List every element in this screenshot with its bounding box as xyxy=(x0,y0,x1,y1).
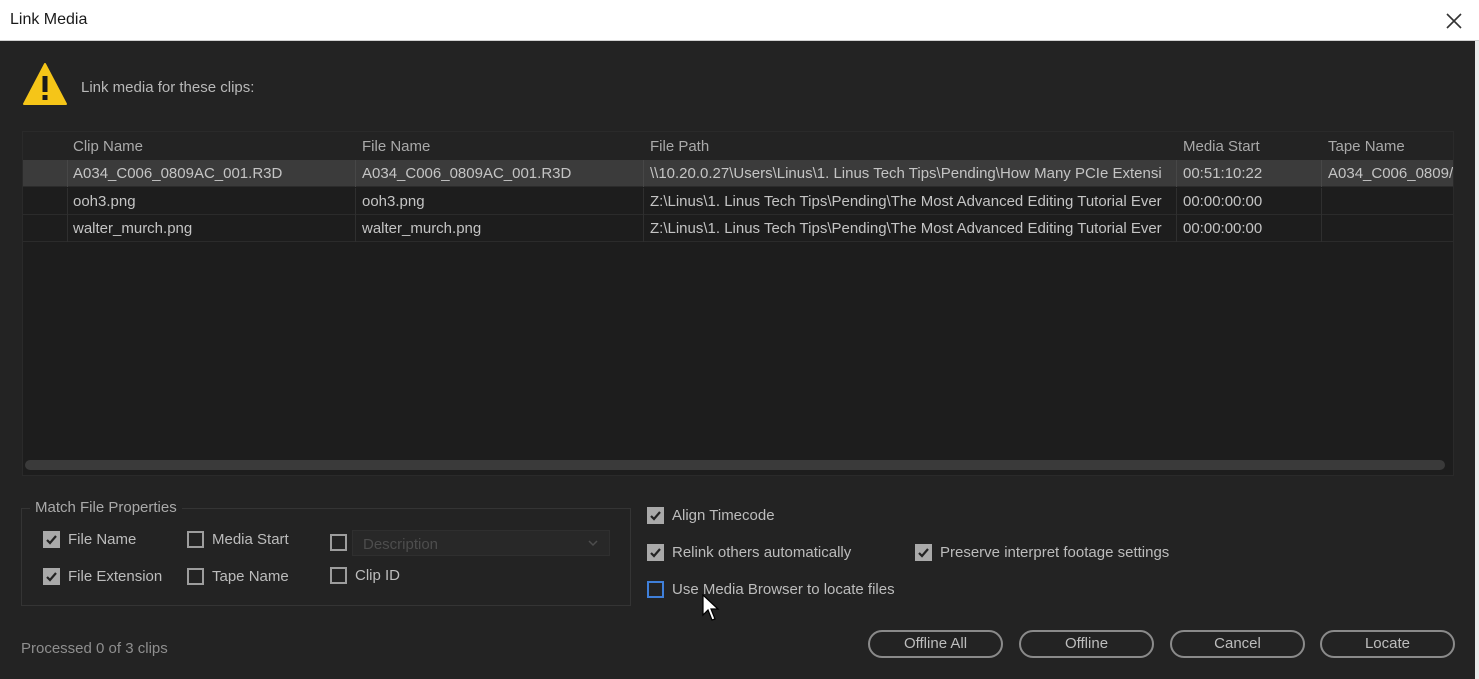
column-header-file-name[interactable]: File Name xyxy=(362,138,642,155)
checkbox-box xyxy=(187,568,204,585)
checkbox-box xyxy=(43,531,60,548)
align-timecode-label: Align Timecode xyxy=(672,507,775,524)
tape-name-checkbox[interactable]: Tape Name xyxy=(187,568,289,585)
cell-file-name: A034_C006_0809AC_001.R3D xyxy=(362,165,572,182)
checkmark-icon xyxy=(918,548,929,558)
locate-button[interactable]: Locate xyxy=(1320,630,1455,658)
link-prompt: Link media for these clips: xyxy=(81,79,255,96)
offline-button[interactable]: Offline xyxy=(1019,630,1154,658)
cell-clip-name: ooh3.png xyxy=(73,193,136,210)
checkbox-box xyxy=(330,534,347,551)
column-header-clip-name[interactable]: Clip Name xyxy=(73,138,353,155)
offline-all-button[interactable]: Offline All xyxy=(868,630,1003,658)
checkbox-box xyxy=(915,544,932,561)
use-media-browser-checkbox[interactable]: Use Media Browser to locate files xyxy=(647,581,895,598)
horizontal-scrollbar[interactable] xyxy=(25,460,1445,470)
media-start-label: Media Start xyxy=(212,531,289,548)
clips-table: Clip Name File Name File Path Media Star… xyxy=(22,131,1454,476)
description-dropdown-value: Description xyxy=(363,536,439,553)
file-extension-checkbox[interactable]: File Extension xyxy=(43,568,162,585)
file-extension-label: File Extension xyxy=(68,568,163,585)
preserve-interpret-checkbox[interactable]: Preserve interpret footage settings xyxy=(915,544,1169,561)
cell-tape-name: A034_C006_0809/ xyxy=(1328,165,1454,182)
column-header-tape-name[interactable]: Tape Name xyxy=(1328,138,1453,155)
match-file-properties-group: Match File Properties xyxy=(21,499,631,606)
file-name-checkbox[interactable]: File Name xyxy=(43,531,136,548)
chevron-down-icon xyxy=(588,540,598,547)
cell-file-name: walter_murch.png xyxy=(362,220,482,237)
table-row[interactable]: walter_murch.png walter_murch.png Z:\Lin… xyxy=(23,215,1453,242)
column-header-media-start[interactable]: Media Start xyxy=(1183,138,1318,155)
close-button[interactable] xyxy=(1441,8,1467,34)
checkbox-box xyxy=(647,507,664,524)
cell-file-path: Z:\Linus\1. Linus Tech Tips\Pending\The … xyxy=(650,193,1162,210)
match-file-properties-legend: Match File Properties xyxy=(30,499,182,516)
mouse-cursor-icon xyxy=(702,594,720,621)
relink-others-checkbox[interactable]: Relink others automatically xyxy=(647,544,851,561)
cancel-button[interactable]: Cancel xyxy=(1170,630,1305,658)
checkmark-icon xyxy=(46,535,57,545)
table-header: Clip Name File Name File Path Media Star… xyxy=(23,132,1453,160)
checkbox-box xyxy=(43,568,60,585)
warning-icon xyxy=(23,63,67,105)
table-row[interactable]: A034_C006_0809AC_001.R3D A034_C006_0809A… xyxy=(23,160,1453,187)
file-name-label: File Name xyxy=(68,531,137,548)
clip-id-label: Clip ID xyxy=(355,567,401,584)
cell-media-start: 00:51:10:22 xyxy=(1183,165,1263,182)
preserve-interpret-label: Preserve interpret footage settings xyxy=(940,544,1170,561)
status-text: Processed 0 of 3 clips xyxy=(21,640,168,657)
relink-others-label: Relink others automatically xyxy=(672,544,852,561)
checkbox-box xyxy=(330,567,347,584)
cell-media-start: 00:00:00:00 xyxy=(1183,193,1263,210)
checkmark-icon xyxy=(46,572,57,582)
cell-clip-name: A034_C006_0809AC_001.R3D xyxy=(73,165,283,182)
description-checkbox[interactable] xyxy=(330,534,347,551)
cell-file-path: \\10.20.0.27\Users\Linus\1. Linus Tech T… xyxy=(650,165,1162,182)
window-frame xyxy=(1475,41,1479,679)
checkbox-box xyxy=(647,581,664,598)
checkmark-icon xyxy=(650,548,661,558)
close-icon xyxy=(1446,13,1462,29)
cell-media-start: 00:00:00:00 xyxy=(1183,220,1263,237)
checkbox-box xyxy=(647,544,664,561)
cell-file-name: ooh3.png xyxy=(362,193,425,210)
window-title: Link Media xyxy=(10,11,88,28)
description-dropdown[interactable]: Description xyxy=(352,530,610,556)
checkbox-box xyxy=(187,531,204,548)
cell-clip-name: walter_murch.png xyxy=(73,220,193,237)
table-row[interactable]: ooh3.png ooh3.png Z:\Linus\1. Linus Tech… xyxy=(23,188,1453,215)
align-timecode-checkbox[interactable]: Align Timecode xyxy=(647,507,775,524)
tape-name-label: Tape Name xyxy=(212,568,289,585)
checkmark-icon xyxy=(650,511,661,521)
cell-file-path: Z:\Linus\1. Linus Tech Tips\Pending\The … xyxy=(650,220,1162,237)
title-bar: Link Media xyxy=(0,0,1479,41)
media-start-checkbox[interactable]: Media Start xyxy=(187,531,289,548)
clip-id-checkbox[interactable]: Clip ID xyxy=(330,567,400,584)
column-header-file-path[interactable]: File Path xyxy=(650,138,1177,155)
